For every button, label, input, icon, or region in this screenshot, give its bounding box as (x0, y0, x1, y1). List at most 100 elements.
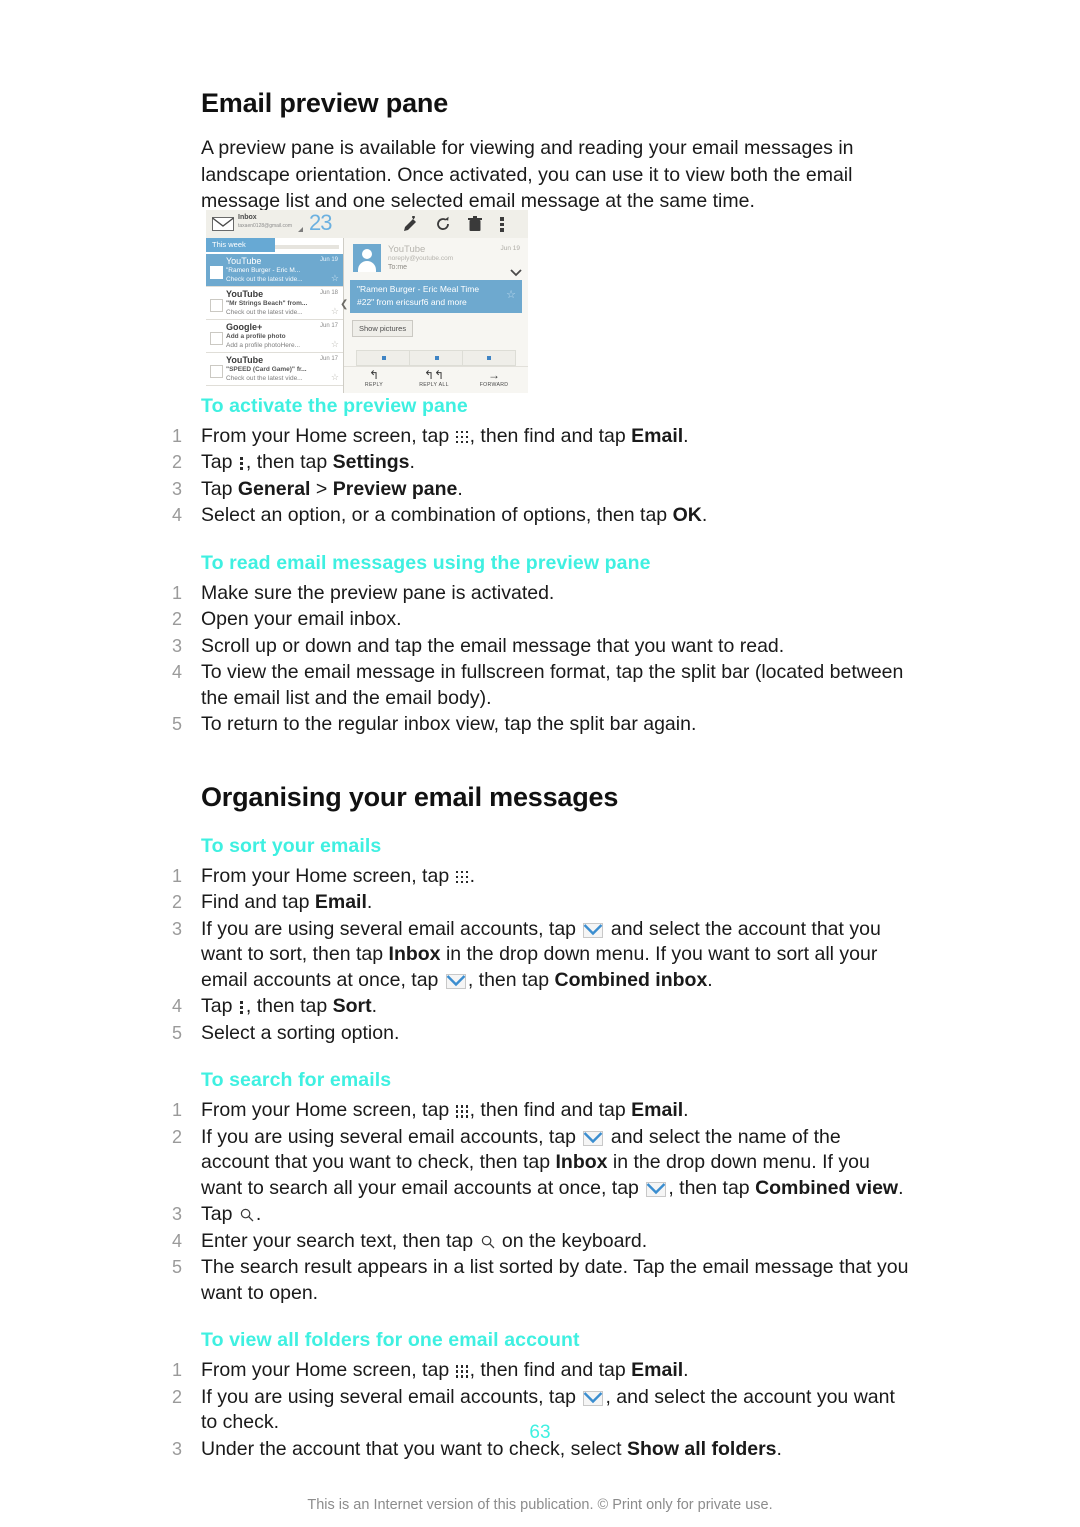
message-snippet: Check out the latest vide... (226, 276, 303, 283)
step-text: Tap (201, 451, 238, 473)
app-grid-icon (455, 870, 469, 884)
reply-all-button[interactable]: ↰↰ REPLY ALL (406, 368, 462, 389)
screenshot-subject-line1: "Ramen Burger - Eric Meal Time (357, 284, 480, 294)
procedure-step: 1 From your Home screen, tap . (172, 864, 912, 890)
trash-icon[interactable] (468, 216, 482, 232)
procedure-step: 3 Tap General > Preview pane. (172, 477, 912, 503)
star-icon[interactable]: ☆ (331, 373, 339, 382)
reply-all-label: REPLY ALL (419, 382, 449, 388)
step-emphasis: OK (672, 504, 702, 526)
step-text: . (366, 891, 373, 913)
step-number: 5 (172, 1022, 183, 1043)
star-icon[interactable]: ☆ (331, 307, 339, 316)
screenshot-from-name: YouTube (388, 244, 426, 255)
procedure-step: 4 To view the email message in fullscreen… (172, 660, 912, 711)
screenshot-message-row[interactable]: YouTube Jun 18 "Mr Strings Beach" from... C… (206, 287, 343, 320)
intro-paragraph: A preview pane is available for viewing … (201, 137, 854, 212)
app-grid-icon (455, 1365, 469, 1378)
step-text: Find and tap (201, 891, 315, 913)
step-text: . (371, 995, 378, 1017)
steps-search-emails: 1 From your Home screen, tap , then find … (172, 1098, 912, 1306)
step-text: . (255, 1203, 262, 1225)
inbox-envelope-icon (212, 217, 234, 231)
step-number: 1 (172, 1100, 183, 1120)
compose-icon[interactable] (402, 216, 419, 232)
procedure-step: 2 Open your email inbox. (172, 607, 912, 633)
show-pictures-button[interactable]: Show pictures (352, 320, 414, 337)
message-subject: "Ramen Burger - Eric M... (226, 267, 301, 274)
message-checkbox[interactable] (210, 365, 223, 378)
forward-button[interactable]: → FORWARD (466, 369, 522, 389)
account-dropdown-caret-icon[interactable] (298, 227, 303, 232)
step-number: 5 (172, 714, 183, 734)
step-number: 4 (172, 662, 183, 682)
step-number: 2 (172, 892, 183, 912)
step-number: 3 (172, 478, 183, 499)
steps-sort-emails: 1 From your Home screen, tap . 2 Find and t… (172, 864, 912, 1047)
step-text: , then tap (467, 968, 555, 991)
step-number: 2 (172, 609, 183, 629)
procedure-step: 1 From your Home screen, tap , then find … (172, 424, 912, 450)
step-emphasis: Sort (332, 995, 372, 1017)
star-icon[interactable]: ☆ (506, 290, 516, 301)
procedure-step: 5 Select a sorting option. (172, 1021, 912, 1047)
search-icon (240, 1204, 254, 1222)
step-text: If you are using several email accounts,… (201, 917, 582, 940)
page-title: Email preview pane (201, 88, 449, 118)
step-number: 1 (172, 865, 183, 886)
message-sender: Google+ (226, 322, 263, 332)
step-text: Tap (201, 477, 238, 500)
step-number: 3 (172, 1204, 183, 1224)
avatar (353, 244, 381, 272)
step-number: 4 (172, 505, 183, 525)
message-sender: YouTube (226, 355, 264, 365)
step-text: . (707, 968, 713, 991)
screenshot-message-row[interactable]: YouTube Jun 17 "SPEED (Card Game)" fr... Ch… (206, 353, 343, 386)
message-snippet: Add a profile photoHere... (226, 342, 301, 349)
procedure-step: 3 If you are using several email accounts… (172, 917, 912, 994)
screenshot-message-row[interactable]: YouTube Jun 19 "Ramen Burger - Eric M... Ch… (206, 254, 343, 287)
step-number: 2 (172, 452, 183, 472)
procedure-step: 4 Select an option, or a combination of o… (172, 503, 912, 529)
procedure-step: 3 Scroll up or down and tap the email mes… (172, 634, 912, 660)
star-icon[interactable]: ☆ (331, 340, 339, 349)
step-text: Enter your search text, then tap (201, 1229, 479, 1252)
step-text: , then tap (245, 451, 333, 473)
search-icon (481, 1231, 495, 1248)
step-emphasis: Email (314, 891, 367, 913)
step-text: . (683, 424, 689, 447)
screenshot-unread-count: 23 (309, 210, 333, 235)
message-subject: Add a profile photo (226, 333, 286, 340)
app-grid-icon (455, 430, 469, 444)
procedure-step: 2 If you are using several email accounts… (172, 1125, 912, 1202)
reply-all-icon: ↰↰ (423, 368, 445, 382)
step-number: 1 (172, 425, 183, 446)
message-date: Jun 17 (319, 356, 338, 362)
message-checkbox[interactable] (210, 299, 223, 312)
screenshot-group-divider (275, 245, 339, 249)
page-footer: This is an Internet version of this publ… (307, 1497, 773, 1513)
refresh-icon[interactable] (435, 216, 451, 232)
message-sender: YouTube (226, 256, 262, 266)
message-sender: YouTube (226, 289, 264, 299)
overflow-menu-icon (239, 1001, 245, 1015)
chevron-down-icon[interactable] (510, 264, 522, 277)
step-text: on the keyboard. (496, 1229, 648, 1252)
step-emphasis: Email (631, 1099, 684, 1121)
forward-label: FORWARD (479, 382, 509, 388)
reply-label: REPLY (364, 382, 384, 388)
step-number: 5 (172, 1257, 183, 1277)
step-emphasis: Inbox (555, 1151, 608, 1173)
step-text: From your Home screen, tap (201, 864, 455, 887)
step-text: . (683, 1099, 689, 1121)
message-checkbox[interactable] (210, 266, 223, 279)
reply-button[interactable]: ↰ REPLY (346, 369, 402, 389)
step-text: . (457, 477, 463, 500)
message-checkbox[interactable] (210, 332, 223, 345)
star-icon[interactable]: ☆ (331, 274, 339, 283)
step-text: Select a sorting option. (201, 1021, 400, 1044)
procedure-step: 4 Enter your search text, then tap on the… (172, 1229, 912, 1255)
overflow-menu-icon[interactable] (500, 217, 505, 232)
screenshot-message-row[interactable]: Google+ Jun 17 Add a profile photo Add a pr… (206, 320, 343, 353)
split-bar-collapse-icon[interactable]: ❮ (340, 300, 348, 310)
